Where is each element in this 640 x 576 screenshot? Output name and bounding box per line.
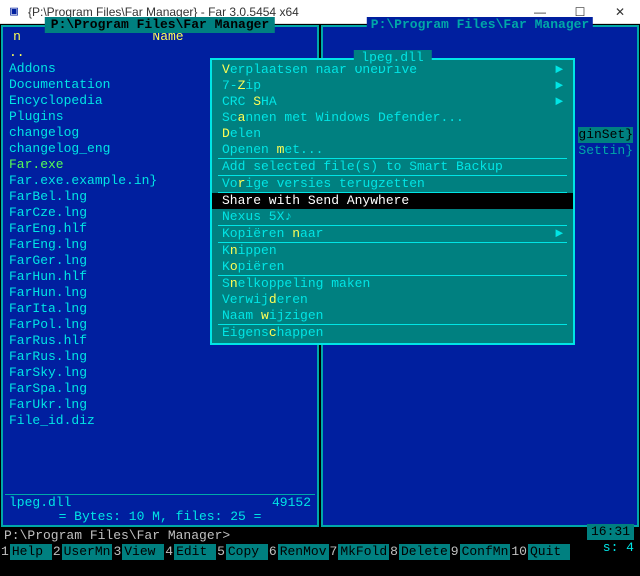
menu-item[interactable]: Share with Send Anywhere — [212, 193, 573, 209]
menu-item[interactable]: Verwijderen — [212, 292, 573, 308]
col-header-n: n — [9, 29, 25, 45]
menu-item[interactable]: Vorige versies terugzetten — [212, 176, 573, 192]
menu-item[interactable]: Eigenschappen — [212, 325, 573, 341]
menu-item[interactable]: CRC SHA► — [212, 94, 573, 110]
fkey-delete[interactable]: 8Delete — [389, 544, 450, 560]
menu-item[interactable]: Naam wijzigen — [212, 308, 573, 324]
selected-file-size: 49152 — [272, 495, 311, 511]
command-line[interactable]: P:\Program Files\Far Manager> — [0, 528, 640, 544]
left-panel-title: P:\Program Files\Far Manager — [45, 17, 275, 33]
right-panel-fragment: ginSet}Settin} — [578, 127, 633, 159]
left-panel-footer: lpeg.dll 49152 = Bytes: 10 M, files: 25 … — [3, 494, 317, 525]
console-area: P:\Program Files\Far Manager n Name ..Ad… — [0, 24, 640, 576]
fkey-mkfold[interactable]: 7MkFold — [329, 544, 390, 560]
time-badge: 16:31 — [587, 524, 634, 540]
menu-item[interactable]: Kopiëren — [212, 259, 573, 275]
fkey-renmov[interactable]: 6RenMov — [268, 544, 329, 560]
panel-info: Bytes: 10 M, files: 25 — [74, 509, 246, 524]
fkey-quit[interactable]: 10Quit — [510, 544, 570, 560]
menu-item[interactable]: Nexus 5X♪ — [212, 209, 573, 225]
file-row[interactable]: FarUkr.lng — [9, 397, 311, 413]
close-button[interactable]: ✕ — [600, 0, 640, 24]
context-menu[interactable]: lpeg.dll Verplaatsen naar OneDrive►7-Zip… — [210, 58, 575, 345]
menu-item[interactable]: Knippen — [212, 243, 573, 259]
submenu-arrow-icon: ► — [555, 94, 563, 110]
menu-item[interactable]: Add selected file(s) to Smart Backup — [212, 159, 573, 175]
right-panel-title: P:\Program Files\Far Manager — [367, 17, 593, 33]
menu-item[interactable]: Openen met... — [212, 142, 573, 158]
fkey-usermn[interactable]: 2UserMn — [52, 544, 113, 560]
file-row[interactable]: FarRus.lng — [9, 349, 311, 365]
file-row[interactable]: File_id.diz — [9, 413, 311, 429]
menu-item[interactable]: Snelkoppeling maken — [212, 276, 573, 292]
file-row[interactable]: FarSpa.lng — [9, 381, 311, 397]
context-menu-title: lpeg.dll — [353, 50, 431, 66]
submenu-arrow-icon: ► — [555, 226, 563, 242]
menu-item[interactable]: 7-Zip► — [212, 78, 573, 94]
files-count-right: s: 4 — [603, 540, 634, 556]
file-row[interactable]: FarSky.lng — [9, 365, 311, 381]
fkey-copy[interactable]: 5Copy — [216, 544, 268, 560]
menu-item[interactable]: Kopiëren naar► — [212, 226, 573, 242]
menu-item[interactable]: Scannen met Windows Defender... — [212, 110, 573, 126]
function-key-bar: 1Help2UserMn3View4Edit5Copy6RenMov7MkFol… — [0, 544, 640, 560]
submenu-arrow-icon: ► — [555, 78, 563, 94]
menu-item[interactable]: Delen — [212, 126, 573, 142]
fkey-edit[interactable]: 4Edit — [164, 544, 216, 560]
fkey-view[interactable]: 3View — [112, 544, 164, 560]
fkey-confmn[interactable]: 9ConfMn — [450, 544, 511, 560]
fkey-help[interactable]: 1Help — [0, 544, 52, 560]
app-icon: ▣ — [4, 2, 24, 22]
submenu-arrow-icon: ► — [555, 62, 563, 78]
